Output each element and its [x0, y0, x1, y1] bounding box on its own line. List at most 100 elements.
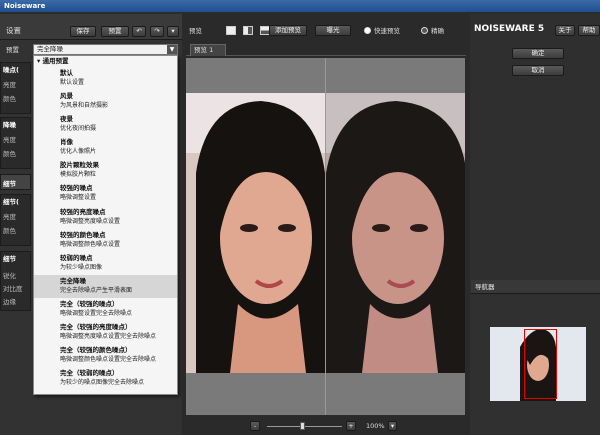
preset-option-name: 风景 — [60, 92, 73, 101]
preset-option-name: 肖像 — [60, 138, 73, 147]
preset-option-desc: 默认设置 — [60, 79, 85, 86]
preset-option-name: 完全（较弱的噪点） — [60, 369, 119, 378]
split-view-icon[interactable] — [243, 26, 253, 35]
exposure-button[interactable]: 曝光 — [315, 25, 351, 36]
app-title: Noiseware — [4, 2, 46, 10]
preset-select[interactable]: 完全降噪 ▼ — [33, 44, 178, 55]
section-title: 降噪 — [3, 121, 16, 129]
preset-option-name: 完全（较强的颜色噪点） — [60, 346, 132, 355]
tab-preview-1[interactable]: 预览 1 — [190, 44, 226, 56]
section-enhance[interactable]: 细节 锐化 对比度 边缘 — [0, 251, 31, 311]
preset-option-name: 完全降噪 — [60, 276, 86, 285]
preset-option-desc: 略微调整设置完全去除噪点 — [60, 309, 133, 317]
zoom-bar: - + 100% ▾ — [183, 418, 469, 435]
section-title: 细节 — [3, 180, 16, 188]
zoom-slider-handle[interactable] — [300, 422, 305, 430]
zoom-menu-button[interactable]: ▾ — [388, 421, 397, 431]
preset-option-desc: 略微调整颜色噪点设置 — [60, 240, 121, 248]
cancel-button[interactable]: 取消 — [512, 65, 564, 76]
preset-option-desc: 略微调整亮度噪点设置 — [60, 217, 121, 225]
preset-list: 默认 默认设置 风景 为风景和自然摄影 夜景 优化夜间拍摄 肖像 优化人像照片 胶片颗粒效果 模拟… — [34, 67, 177, 390]
navigator-header: 导航器 — [471, 280, 600, 294]
section-attr: 对比度 — [3, 285, 23, 293]
preview-toolbar: 预览 添加预览 曝光 快速预览 精确 — [183, 24, 469, 38]
title-bar: Noiseware — [0, 0, 600, 12]
section-attr: 颜色 — [3, 227, 16, 235]
chevron-down-icon: ▾ — [171, 27, 175, 35]
redo-button[interactable]: ↷ — [150, 26, 164, 37]
preset-option[interactable]: 较弱的噪点 为较少噪点图像 — [34, 252, 177, 275]
single-view-icon[interactable] — [226, 26, 236, 35]
preset-option[interactable]: 夜景 优化夜间拍摄 — [34, 113, 177, 136]
preset-option[interactable]: 完全（较弱的噪点） 为较少的噪点图像完全去除噪点 — [34, 367, 177, 390]
preset-option-name: 默认 — [60, 69, 73, 77]
zoom-out-button[interactable]: - — [250, 421, 260, 431]
section-attr: 颜色 — [3, 95, 16, 103]
ok-button[interactable]: 确定 — [512, 48, 564, 59]
preset-option-name: 完全（较强的噪点） — [60, 299, 119, 308]
undo-icon: ↶ — [136, 27, 142, 35]
preset-option[interactable]: 较强的亮度噪点 略微调整亮度噪点设置 — [34, 206, 177, 229]
section-denoise[interactable]: 降噪 亮度 颜色 — [0, 117, 31, 169]
preset-select-value: 完全降噪 — [37, 45, 63, 53]
accurate-radio[interactable] — [421, 27, 428, 34]
preset-option-desc: 略微调整亮度噪点设置完全去除噪点 — [60, 333, 157, 341]
preset-label: 预置 — [6, 46, 19, 54]
chevron-down-icon: ▼ — [167, 45, 177, 54]
accurate-label: 精确 — [431, 27, 444, 35]
navigator-view-box[interactable] — [524, 329, 557, 399]
settings-label: 设置 — [6, 26, 21, 35]
denoised-photo — [326, 93, 465, 373]
save-button[interactable]: 保存 — [70, 26, 96, 37]
preset-option[interactable]: 胶片颗粒效果 模拟胶片颗粒 — [34, 159, 177, 182]
section-title: 噪点( — [3, 66, 19, 74]
zoom-value: 100% — [366, 422, 385, 430]
preset-option-desc: 优化人像照片 — [60, 148, 97, 156]
brand-logo: NOISEWARE 5 — [474, 24, 545, 34]
preset-option-desc: 模拟胶片颗粒 — [60, 171, 97, 179]
preset-option[interactable]: 较强的颜色噪点 略微调整颜色噪点设置 — [34, 229, 177, 252]
preset-option-name: 较强的亮度噪点 — [60, 207, 106, 216]
preset-group-label: 通用预置 — [42, 57, 69, 65]
section-title: 细节( — [3, 198, 19, 206]
zoom-in-button[interactable]: + — [346, 421, 356, 431]
preset-option-name: 夜景 — [60, 115, 73, 124]
section-attr: 亮度 — [3, 81, 16, 89]
add-preview-button[interactable]: 添加预览 — [269, 25, 307, 36]
menu-button[interactable]: ▾ — [167, 26, 179, 37]
preset-option[interactable]: 完全（较强的噪点） 略微调整设置完全去除噪点 — [34, 298, 177, 321]
fast-preview-radio[interactable] — [364, 27, 371, 34]
help-button[interactable]: 帮助 — [578, 25, 600, 36]
section-noise[interactable]: 噪点( 亮度 颜色 — [0, 62, 31, 114]
preset-option-name: 较弱的噪点 — [60, 253, 93, 262]
preset-button[interactable]: 预置 — [101, 26, 129, 37]
preset-option[interactable]: 完全降噪 完全去除噪点产生平滑表面 — [34, 274, 177, 298]
preset-option-name: 胶片颗粒效果 — [60, 161, 99, 170]
section-detail[interactable]: 细节( 亮度 颜色 — [0, 194, 31, 246]
preset-group-header[interactable]: ▾ 通用预置 — [34, 56, 177, 67]
undo-button[interactable]: ↶ — [132, 26, 146, 37]
section-attr: 亮度 — [3, 136, 16, 144]
preset-option-name: 较强的颜色噪点 — [60, 230, 106, 239]
split-divider[interactable] — [325, 58, 326, 415]
preview-canvas[interactable] — [186, 58, 465, 415]
preset-option-desc: 为较少噪点图像 — [60, 263, 103, 271]
preset-option[interactable]: 完全（较强的颜色噪点） 略微调整颜色噪点设置完全去除噪点 — [34, 344, 177, 367]
preset-option[interactable]: 肖像 优化人像照片 — [34, 136, 177, 159]
preset-option[interactable]: 完全（较强的亮度噪点） 略微调整亮度噪点设置完全去除噪点 — [34, 321, 177, 344]
preview-label: 预览 — [189, 27, 202, 35]
about-button[interactable]: 关于 — [555, 25, 575, 36]
preset-option-desc: 优化夜间拍摄 — [60, 125, 97, 133]
original-photo — [186, 93, 325, 373]
preset-dropdown[interactable]: ▾ 通用预置 默认 默认设置 风景 为风景和自然摄影 夜景 优化夜间拍摄 肖像 优化人像照片胶… — [33, 55, 178, 395]
preset-option[interactable]: 较强的噪点 略微调整设置 — [34, 182, 177, 205]
section-detail-tab[interactable]: 细节 — [0, 174, 31, 190]
preset-option[interactable]: 风景 为风景和自然摄影 — [34, 90, 177, 113]
preset-option-desc: 为风景和自然摄影 — [60, 102, 109, 110]
section-title: 细节 — [3, 255, 16, 263]
preset-option-desc: 为较少的噪点图像完全去除噪点 — [60, 379, 145, 387]
preset-option[interactable]: 默认 默认设置 — [34, 67, 177, 90]
preset-option-desc: 完全去除噪点产生平滑表面 — [60, 286, 133, 294]
fast-preview-label: 快速预览 — [374, 27, 400, 35]
preset-option-desc: 略微调整颜色噪点设置完全去除噪点 — [60, 356, 157, 364]
